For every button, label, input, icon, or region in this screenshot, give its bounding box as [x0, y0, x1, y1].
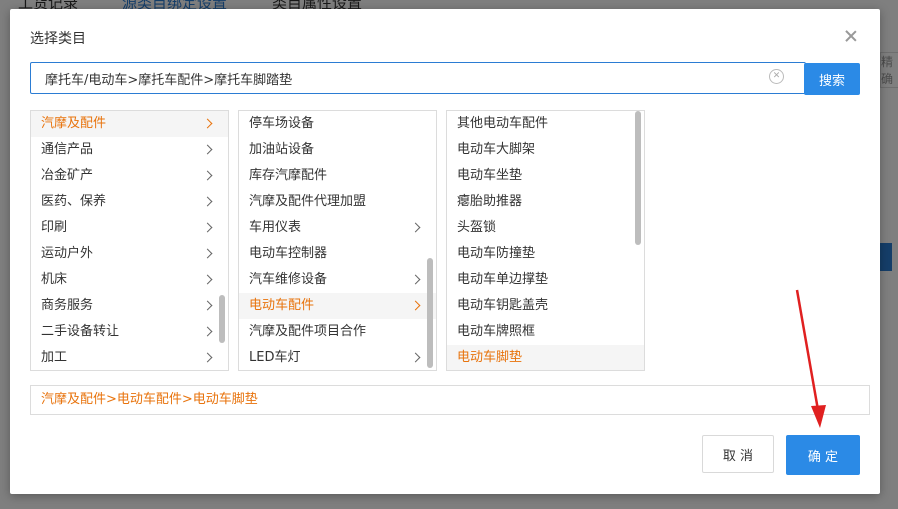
category-item[interactable]: 电动车脚垫	[447, 345, 644, 370]
category-item-label: 印刷	[41, 220, 68, 235]
category-item[interactable]: 通信产品	[31, 137, 228, 163]
category-item-label: 其他电动车配件	[457, 116, 549, 131]
category-item[interactable]: 汽摩及配件项目合作	[239, 319, 436, 345]
chevron-right-icon	[202, 196, 213, 207]
category-item-label: 电动车控制器	[249, 246, 328, 261]
category-item[interactable]: 瘪胎助推器	[447, 189, 644, 215]
category-item[interactable]: 电动车钥匙盖壳	[447, 293, 644, 319]
category-item-label: 汽摩及配件项目合作	[249, 324, 367, 339]
category-item-label: 汽摩及配件	[41, 116, 107, 131]
category-item[interactable]: 汽车维修设备	[239, 267, 436, 293]
category-item-label: 冶金矿产	[41, 168, 94, 183]
category-item[interactable]: 汽摩及配件	[31, 111, 228, 137]
category-item-label: 汽摩及配件代理加盟	[249, 194, 367, 209]
category-column-2[interactable]: 停车场设备加油站设备库存汽摩配件汽摩及配件代理加盟 车用仪表电动车控制器 汽车维修设…	[238, 110, 437, 371]
category-item-label: 电动车钥匙盖壳	[457, 298, 549, 313]
category-item[interactable]: 车用仪表	[239, 215, 436, 241]
category-item[interactable]: 其他电动车配件	[447, 111, 644, 137]
category-item-label: 电动车大脚架	[457, 142, 536, 157]
chevron-right-icon	[202, 118, 213, 129]
category-item-label: 车用仪表	[249, 220, 302, 235]
category-item[interactable]: 停车场设备	[239, 111, 436, 137]
search-input[interactable]	[30, 62, 806, 94]
chevron-right-icon	[202, 170, 213, 181]
category-item-label: 电动车脚垫	[457, 350, 523, 365]
category-item-label: 商务服务	[41, 298, 94, 313]
scrollbar[interactable]	[635, 111, 641, 245]
category-item-label: 停车场设备	[249, 116, 315, 131]
category-item[interactable]: 医药、保养	[31, 189, 228, 215]
category-item[interactable]: 加工	[31, 345, 228, 370]
chevron-right-icon	[202, 222, 213, 233]
chevron-right-icon	[202, 144, 213, 155]
category-item[interactable]: 库存汽摩配件	[239, 163, 436, 189]
category-item[interactable]: 机床	[31, 267, 228, 293]
category-item[interactable]: 印刷	[31, 215, 228, 241]
chevron-right-icon	[202, 326, 213, 337]
category-item[interactable]: 电动车控制器	[239, 241, 436, 267]
category-column-3[interactable]: 其他电动车配件 电动车大脚架 电动车坐垫瘪胎助推器头盔锁电动车防撞垫 电动车单边撑垫电…	[446, 110, 645, 371]
category-item[interactable]: LED车灯	[239, 345, 436, 370]
category-item-label: 电动车牌照框	[457, 324, 536, 339]
scrollbar[interactable]	[219, 295, 225, 343]
category-item[interactable]: 二手设备转让	[31, 319, 228, 345]
category-item-label: 加油站设备	[249, 142, 315, 157]
category-item[interactable]: 电动车大脚架	[447, 137, 644, 163]
cancel-button[interactable]: 取 消	[702, 435, 774, 473]
category-item[interactable]: 电动车坐垫	[447, 163, 644, 189]
chevron-right-icon	[202, 274, 213, 285]
chevron-right-icon	[202, 248, 213, 259]
chevron-right-icon	[410, 352, 421, 363]
category-item[interactable]: 电动车防撞垫	[447, 241, 644, 267]
category-item[interactable]: 电动车配件	[239, 293, 436, 319]
category-item-label: 电动车配件	[249, 298, 315, 313]
category-item[interactable]: 加油站设备	[239, 137, 436, 163]
category-item-label: 头盔锁	[457, 220, 497, 235]
chevron-right-icon	[410, 300, 421, 311]
category-column-1[interactable]: 汽摩及配件通信产品冶金矿产医药、保养印刷运动户外机床商务服务二手设备转让 加工	[30, 110, 229, 371]
category-item[interactable]: 冶金矿产	[31, 163, 228, 189]
selected-path: 汽摩及配件>电动车配件>电动车脚垫	[30, 385, 870, 415]
category-item[interactable]: 商务服务	[31, 293, 228, 319]
category-item[interactable]: 汽摩及配件代理加盟	[239, 189, 436, 215]
category-dialog: 选择类目 ✕ 搜索 汽摩及配件通信产品冶金矿产医药、保养印刷运动户外机床商务服务…	[10, 9, 880, 494]
category-item-label: 电动车防撞垫	[457, 246, 536, 261]
category-item-label: 电动车单边撑垫	[457, 272, 549, 287]
category-item-label: 医药、保养	[41, 194, 107, 209]
clear-icon[interactable]: ✕	[769, 69, 784, 84]
chevron-right-icon	[202, 300, 213, 311]
chevron-right-icon	[410, 274, 421, 285]
category-item-label: 汽车维修设备	[249, 272, 328, 287]
category-item-label: 通信产品	[41, 142, 94, 157]
category-item-label: 电动车坐垫	[457, 168, 523, 183]
category-item[interactable]: 电动车牌照框	[447, 319, 644, 345]
category-item-label: 机床	[41, 272, 68, 287]
chevron-right-icon	[410, 222, 421, 233]
category-item-label: LED车灯	[249, 350, 301, 365]
category-item[interactable]: 电动车单边撑垫	[447, 267, 644, 293]
category-item[interactable]: 头盔锁	[447, 215, 644, 241]
category-item-label: 运动户外	[41, 246, 94, 261]
scrollbar[interactable]	[427, 258, 433, 368]
confirm-button[interactable]: 确 定	[786, 435, 860, 475]
chevron-right-icon	[202, 352, 213, 363]
close-icon[interactable]	[842, 27, 860, 45]
category-item-label: 二手设备转让	[41, 324, 120, 339]
category-item-label: 加工	[41, 350, 68, 365]
category-item[interactable]: 运动户外	[31, 241, 228, 267]
dialog-title: 选择类目	[30, 31, 86, 47]
category-item-label: 库存汽摩配件	[249, 168, 328, 183]
category-item-label: 瘪胎助推器	[457, 194, 523, 209]
search-button[interactable]: 搜索	[804, 63, 860, 95]
